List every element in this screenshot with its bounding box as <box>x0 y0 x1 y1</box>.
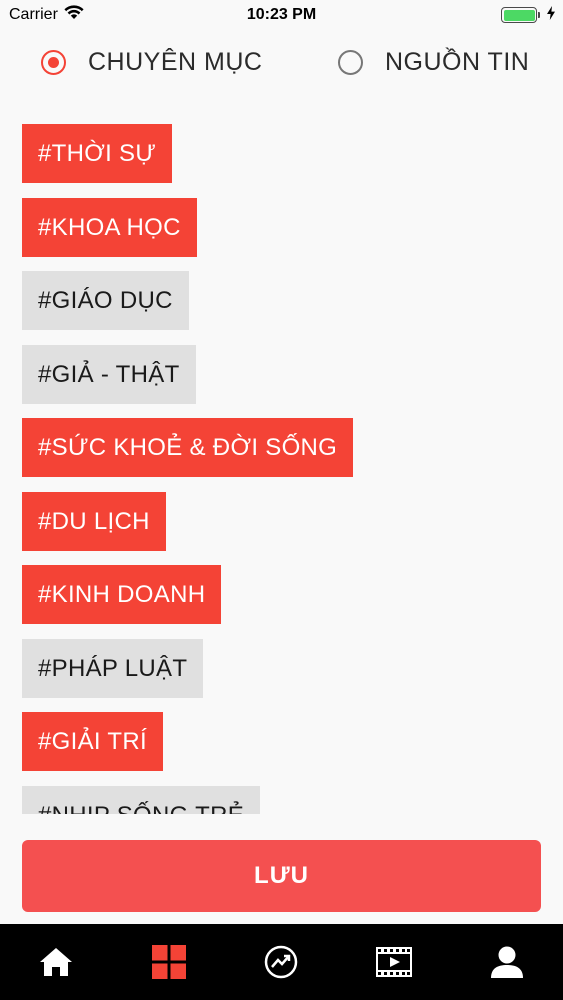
tag-chip[interactable]: #THỜI SỰ <box>22 124 173 183</box>
tag-chip[interactable]: #DU LỊCH <box>22 491 166 551</box>
tag-chip[interactable]: #GIẢI TRÍ <box>22 712 163 771</box>
radio-icon <box>338 49 363 75</box>
carrier-label: Carrier <box>9 6 58 23</box>
tab-categories[interactable] <box>113 924 226 1000</box>
tag-chip[interactable]: #KHOA HỌC <box>22 197 197 257</box>
video-icon <box>376 947 413 977</box>
battery-icon <box>501 7 540 23</box>
radio-option-nguon-tin[interactable]: NGUỒN TIN <box>338 42 529 82</box>
user-icon <box>490 946 523 978</box>
tab-home[interactable] <box>0 924 113 1000</box>
tag-chip[interactable]: #GIÁO DỤC <box>22 271 189 330</box>
radio-option-chuyen-muc[interactable]: CHUYÊN MỤC <box>41 42 262 82</box>
grid-icon <box>151 945 186 979</box>
radio-icon <box>41 49 66 75</box>
tag-chip[interactable]: #NHỊP SỐNG TRẺ <box>22 785 261 814</box>
tag-chip[interactable]: #GIẢ - THẬT <box>22 344 196 404</box>
save-button[interactable]: LƯU <box>22 840 541 912</box>
battery-fill <box>503 9 535 21</box>
radio-label: NGUỒN TIN <box>385 47 530 76</box>
status-left: Carrier <box>9 5 84 25</box>
tag-chip[interactable]: #SỨC KHOẺ & ĐỜI SỐNG <box>22 418 354 477</box>
wifi-icon <box>64 5 84 25</box>
tab-trending[interactable] <box>225 924 338 1000</box>
tag-chip[interactable]: #PHÁP LUẬT <box>22 638 204 698</box>
status-right <box>501 5 555 25</box>
trending-icon <box>265 945 298 979</box>
charging-icon <box>547 5 555 25</box>
tab-bar <box>0 924 563 1000</box>
filter-radio-group: CHUYÊN MỤC NGUỒN TIN <box>0 42 563 82</box>
home-icon <box>40 948 73 976</box>
tag-list[interactable]: #THỜI SỰ #KHOA HỌC #GIÁO DỤC #GIẢ - THẬT #SỨ… <box>22 124 542 814</box>
tab-profile[interactable] <box>450 924 563 1000</box>
status-time: 10:23 PM <box>246 6 317 23</box>
tab-video[interactable] <box>338 924 451 1000</box>
status-bar: Carrier 10:23 PM <box>0 0 563 30</box>
radio-label: CHUYÊN MỤC <box>88 47 263 76</box>
tag-chip[interactable]: #KINH DOANH <box>22 565 222 624</box>
